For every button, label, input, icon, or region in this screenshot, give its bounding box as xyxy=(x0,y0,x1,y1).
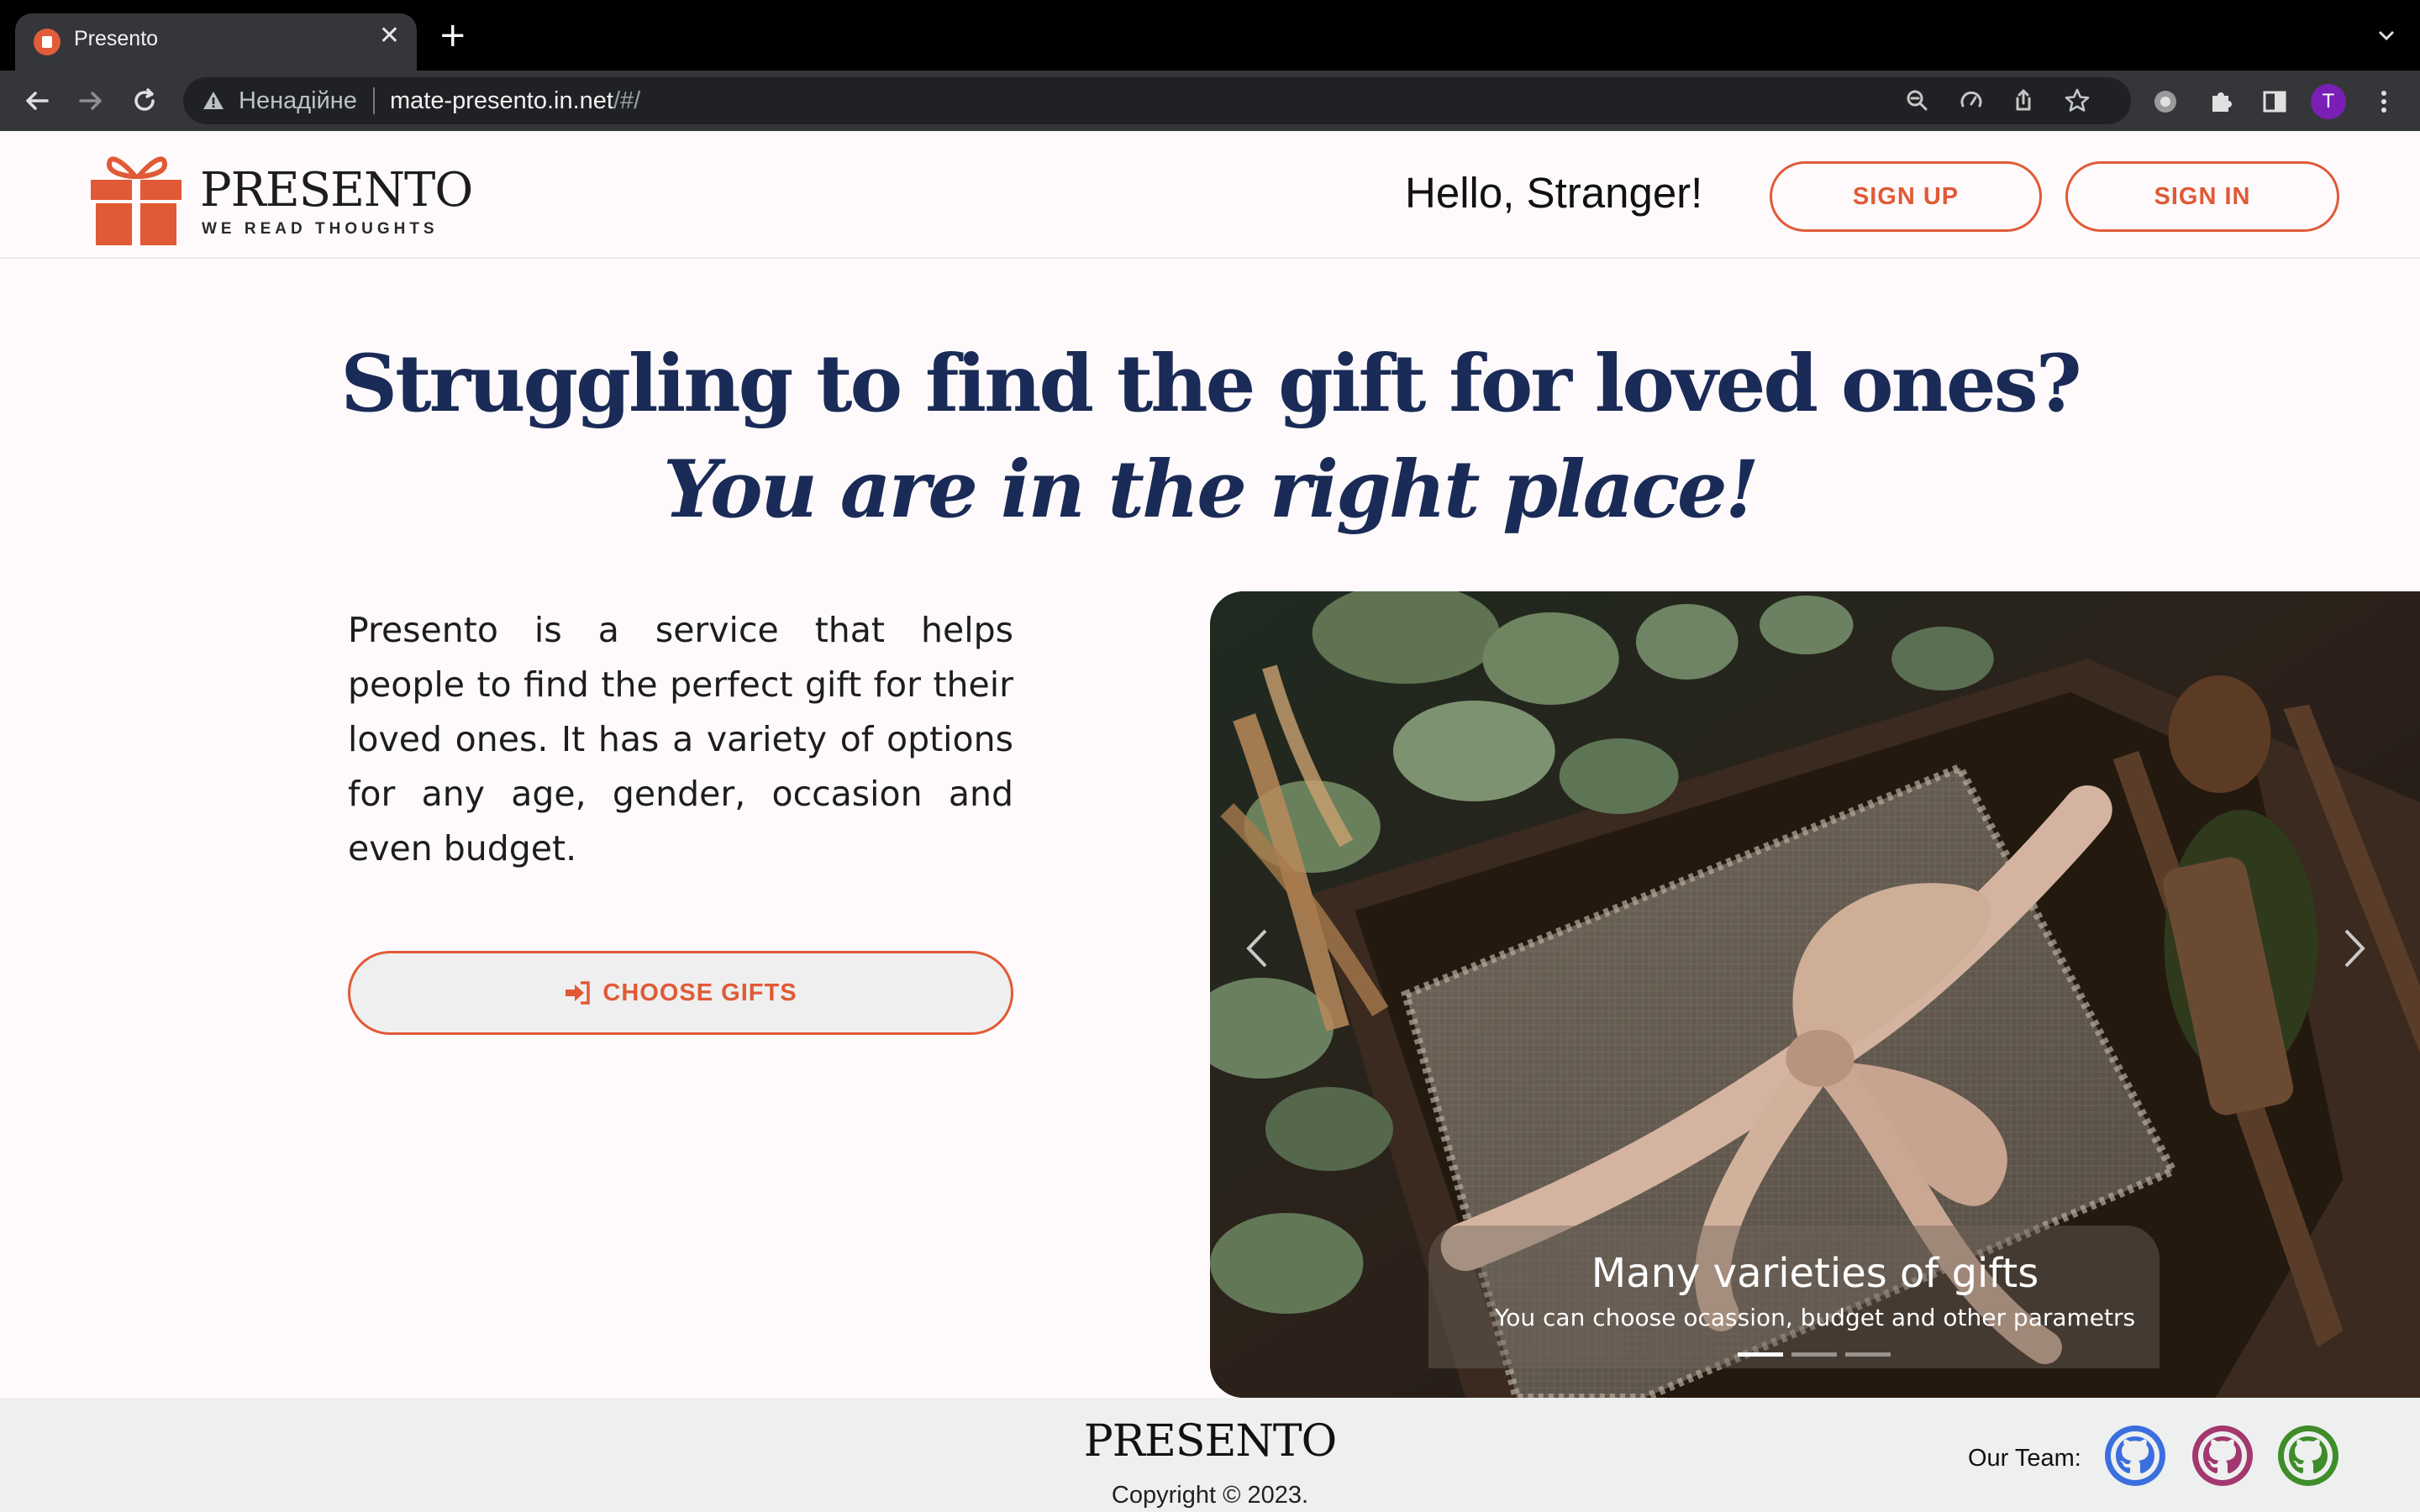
puzzle-icon[interactable] xyxy=(2205,86,2237,118)
greeting-text: Hello, Stranger! xyxy=(1405,169,1703,217)
page-content: PRESENTO WE READ THOUGHTS Hello, Strange… xyxy=(0,131,2420,1512)
sign-in-arrow-icon xyxy=(566,981,591,1005)
gift-carousel[interactable]: Many varieties of gifts You can choose o… xyxy=(1210,591,2420,1398)
url-text[interactable]: mate-presento.in.net/#/ xyxy=(390,87,640,115)
logo-wordmark[interactable]: PRESENTO xyxy=(200,163,473,218)
browser-toolbar: Ненадійне mate-presento.in.net/#/ T xyxy=(0,71,2420,131)
choose-gifts-button-content: CHOOSE GIFTS xyxy=(350,953,1011,1032)
browser-tab[interactable]: Presento ✕ xyxy=(15,13,417,71)
url-host: mate-presento.in.net xyxy=(390,87,613,114)
zoom-icon[interactable] xyxy=(1902,86,1933,116)
new-tab-button[interactable]: + xyxy=(439,18,467,52)
favicon-icon xyxy=(34,29,60,55)
url-path: /#/ xyxy=(613,87,641,114)
forward-icon[interactable] xyxy=(72,82,109,119)
hero-title: Struggling to find the gift for loved on… xyxy=(340,338,2081,430)
github-icon[interactable] xyxy=(2102,1423,2168,1488)
carousel-indicator[interactable] xyxy=(1791,1352,1837,1357)
caption-backdrop xyxy=(1428,1226,2160,1368)
warning-icon[interactable] xyxy=(202,89,225,113)
hero-subtitle: You are in the right place! xyxy=(663,444,1760,536)
carousel-prev-icon[interactable] xyxy=(1237,927,1279,969)
sign-in-button[interactable]: SIGN IN xyxy=(2065,161,2339,232)
copyright-text: Copyright © 2023. xyxy=(1111,1482,1309,1509)
side-panel-icon[interactable] xyxy=(2259,86,2291,118)
address-separator xyxy=(373,87,375,114)
share-icon[interactable] xyxy=(2008,86,2039,116)
bookmark-star-icon[interactable] xyxy=(2062,86,2092,116)
reload-icon[interactable] xyxy=(126,82,163,119)
carousel-indicator[interactable] xyxy=(1845,1352,1891,1357)
logo-tagline: WE READ THOUGHTS xyxy=(202,220,439,238)
site-header: PRESENTO WE READ THOUGHTS Hello, Strange… xyxy=(0,131,2420,259)
browser-tab-bar: Presento ✕ + xyxy=(0,0,2420,71)
site-footer: PRESENTO Copyright © 2023. Our Team: xyxy=(0,1398,2420,1512)
back-icon[interactable] xyxy=(18,82,55,119)
sign-up-button[interactable]: SIGN UP xyxy=(1770,161,2042,232)
profile-avatar[interactable]: T xyxy=(2311,84,2346,119)
github-icon[interactable] xyxy=(2190,1423,2255,1488)
address-bar[interactable]: Ненадійне mate-presento.in.net/#/ xyxy=(183,77,2131,124)
menu-dots-icon[interactable] xyxy=(2368,86,2400,118)
team-label: Our Team: xyxy=(1968,1445,2081,1472)
gift-logo-icon[interactable] xyxy=(89,144,185,247)
carousel-indicator[interactable] xyxy=(1738,1352,1783,1357)
insecure-label[interactable]: Ненадійне xyxy=(239,87,357,115)
carousel-caption-title: Many varieties of gifts xyxy=(1591,1250,2039,1297)
carousel-caption-text: You can choose ocassion, budget and othe… xyxy=(1494,1304,2136,1331)
extension-icon[interactable] xyxy=(2149,86,2181,118)
tab-search-chevron-icon[interactable] xyxy=(2375,24,2398,47)
github-icon[interactable] xyxy=(2275,1423,2341,1488)
tab-close-icon[interactable]: ✕ xyxy=(379,24,400,49)
choose-gifts-label: CHOOSE GIFTS xyxy=(602,979,797,1006)
service-description: Presento is a service that helps people … xyxy=(348,610,1013,869)
carousel-next-icon[interactable] xyxy=(2333,927,2375,969)
tab-title: Presento xyxy=(74,27,159,50)
choose-gifts-button[interactable]: CHOOSE GIFTS xyxy=(348,951,1013,1035)
performance-icon[interactable] xyxy=(1956,86,1986,116)
